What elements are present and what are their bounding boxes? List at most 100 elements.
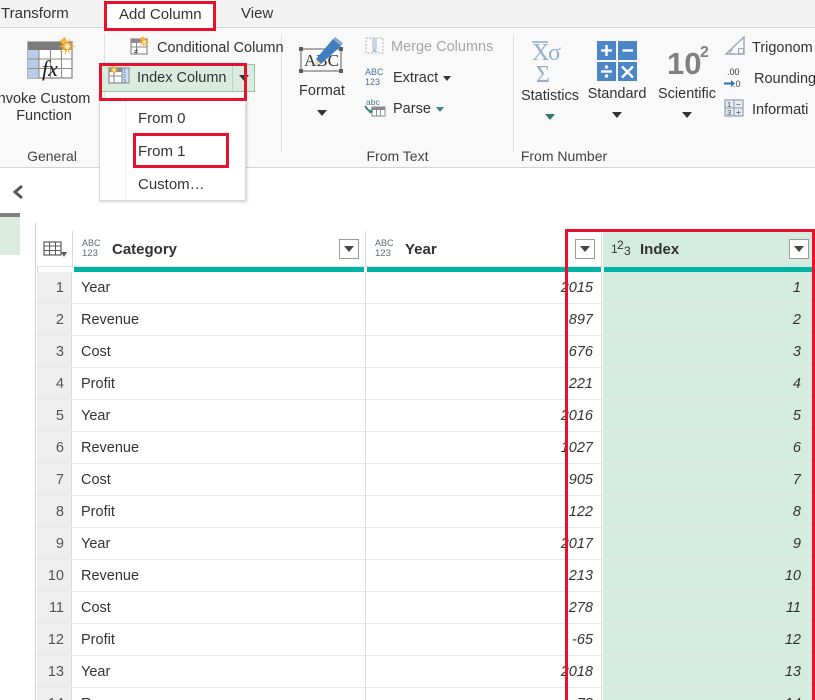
cell-index[interactable]: 6 — [603, 432, 815, 463]
trigonometry-button[interactable]: Trigonom — [720, 34, 815, 61]
table-row[interactable]: 12 Profit -65 12 — [37, 624, 815, 656]
standard-dropdown-arrow[interactable] — [581, 106, 653, 124]
extract-button[interactable]: ABC 123 Extract — [361, 65, 454, 91]
index-column-icon: 1 2 3 — [108, 65, 132, 91]
table-row[interactable]: 11 Cost 278 11 — [37, 592, 815, 624]
cell-index[interactable]: 13 — [603, 656, 815, 687]
cell-index[interactable]: 11 — [603, 592, 815, 623]
cell-year[interactable]: -65 — [366, 624, 602, 655]
cell-index[interactable]: 7 — [603, 464, 815, 495]
table-row[interactable]: 5 Year 2016 5 — [37, 400, 815, 432]
table-row[interactable]: 3 Cost 676 3 — [37, 336, 815, 368]
conditional-column-button[interactable]: ≠ Conditional Column — [127, 35, 287, 61]
menu-item-from-0[interactable]: From 0 — [127, 102, 245, 135]
query-list-item[interactable] — [0, 213, 20, 255]
tab-view[interactable]: View — [228, 0, 286, 28]
cell-index[interactable]: 10 — [603, 560, 815, 591]
cell-category[interactable]: Revenue — [73, 304, 366, 335]
table-row[interactable]: 4 Profit 221 4 — [37, 368, 815, 400]
cell-year[interactable]: 897 — [366, 304, 602, 335]
cell-index[interactable]: 8 — [603, 496, 815, 527]
row-number: 12 — [37, 624, 72, 655]
info-number-icon: 1 3 − + — [723, 97, 747, 124]
cell-index[interactable]: 2 — [603, 304, 815, 335]
cell-index[interactable]: 1 — [603, 272, 815, 303]
cell-year[interactable]: 213 — [366, 560, 602, 591]
chevron-down-icon — [344, 246, 354, 252]
cell-year[interactable]: 278 — [366, 592, 602, 623]
scientific-dropdown-arrow[interactable] — [649, 106, 725, 124]
merge-columns-label: Merge Columns — [391, 39, 494, 55]
table-row[interactable]: 14Revenue7814 — [37, 688, 815, 700]
cell-year[interactable]: 2018 — [366, 656, 602, 687]
parse-button[interactable]: abc Parse — [361, 96, 447, 122]
cell-index[interactable]: 4 — [603, 368, 815, 399]
cell-year[interactable]: 2017 — [366, 528, 602, 559]
merge-columns-button[interactable]: Merge Columns — [361, 34, 496, 60]
column-header-index[interactable]: 1 2 3 Index — [603, 231, 815, 267]
cell-category[interactable]: Cost — [73, 464, 366, 495]
cell-year[interactable]: 78 — [366, 688, 602, 700]
cell-category[interactable]: Year — [73, 272, 366, 303]
cell-category[interactable]: Cost — [73, 592, 366, 623]
tab-add-column[interactable]: Add Column — [105, 0, 216, 29]
filter-button-year[interactable] — [575, 239, 595, 259]
cell-category[interactable]: Revenue — [73, 560, 366, 591]
cell-category[interactable]: Year — [73, 656, 366, 687]
table-row[interactable]: 1 Year 2015 1 — [37, 272, 815, 304]
cell-category[interactable]: Profit — [73, 368, 366, 399]
cell-year[interactable]: 2016 — [366, 400, 602, 431]
menu-item-custom[interactable]: Custom… — [127, 168, 245, 201]
statistics-button[interactable]: Χ σ Σ Statistics — [514, 34, 586, 126]
cell-year[interactable]: 221 — [366, 368, 602, 399]
statistics-dropdown-arrow[interactable] — [514, 108, 586, 126]
standard-label: Standard — [587, 86, 647, 102]
format-dropdown-arrow[interactable] — [284, 104, 360, 122]
tab-transform[interactable]: Transform — [0, 0, 82, 28]
filter-button-category[interactable] — [339, 239, 359, 259]
format-button[interactable]: ABC Format — [284, 34, 360, 122]
table-row[interactable]: 9 Year 2017 9 — [37, 528, 815, 560]
table-row[interactable]: 6 Revenue 1027 6 — [37, 432, 815, 464]
index-column-dropdown-arrow[interactable] — [232, 65, 254, 91]
table-row[interactable]: 8 Profit 122 8 — [37, 496, 815, 528]
chevron-left-icon[interactable] — [10, 183, 28, 201]
power-query-editor-window: Transform Add Column View fx nvoke Custo… — [0, 0, 815, 700]
filter-button-index[interactable] — [789, 239, 809, 259]
cell-category[interactable]: Revenue — [73, 432, 366, 463]
rounding-label: Rounding — [754, 71, 815, 87]
cell-category[interactable]: Year — [73, 400, 366, 431]
table-row[interactable]: 7 Cost 905 7 — [37, 464, 815, 496]
cell-index[interactable]: 14 — [603, 688, 815, 700]
cell-category[interactable]: Profit — [73, 496, 366, 527]
cell-year[interactable]: 122 — [366, 496, 602, 527]
cell-year[interactable]: 676 — [366, 336, 602, 367]
cell-index[interactable]: 3 — [603, 336, 815, 367]
scientific-button[interactable]: 10 2 Scientific — [649, 34, 725, 124]
cell-category[interactable]: Cost — [73, 336, 366, 367]
rounding-button[interactable]: .00 .0 Rounding — [720, 66, 815, 92]
column-header-year[interactable]: ABC 123 Year — [366, 231, 602, 267]
index-column-button[interactable]: 1 2 3 Index Column — [100, 64, 256, 92]
cell-category[interactable]: Revenue — [73, 688, 366, 700]
information-button[interactable]: 1 3 − + Informati — [720, 97, 811, 123]
table-row[interactable]: 13 Year 2018 13 — [37, 656, 815, 688]
cell-year[interactable]: 1027 — [366, 432, 602, 463]
table-row[interactable]: 2 Revenue 897 2 — [37, 304, 815, 336]
cell-category[interactable]: Profit — [73, 624, 366, 655]
cell-year[interactable]: 2015 — [366, 272, 602, 303]
table-row[interactable]: 10 Revenue 213 10 — [37, 560, 815, 592]
menu-item-from-1[interactable]: From 1 — [127, 135, 245, 168]
cell-index[interactable]: 9 — [603, 528, 815, 559]
table-menu-icon[interactable] — [38, 231, 73, 267]
cell-category[interactable]: Year — [73, 528, 366, 559]
column-header-category[interactable]: ABC 123 Category — [73, 231, 366, 267]
table-fx-icon: fx — [12, 36, 76, 88]
cell-index[interactable]: 5 — [603, 400, 815, 431]
cell-year[interactable]: 905 — [366, 464, 602, 495]
abc123-type-icon: ABC 123 — [81, 235, 105, 264]
standard-button[interactable]: Standard — [581, 34, 653, 124]
cell-index[interactable]: 12 — [603, 624, 815, 655]
svg-text:3: 3 — [624, 244, 631, 258]
invoke-custom-function-button[interactable]: fx nvoke Custom Function — [0, 34, 104, 125]
